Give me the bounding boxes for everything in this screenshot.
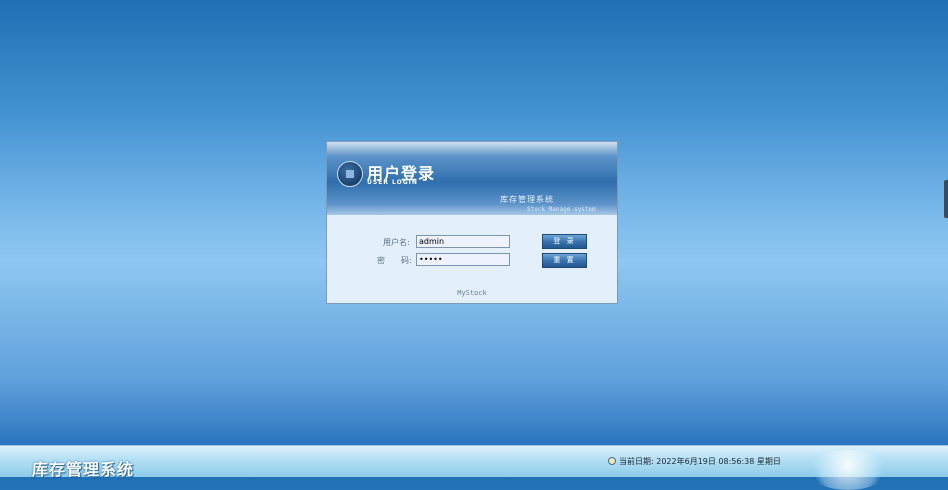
- reset-button[interactable]: 重 置: [542, 253, 587, 268]
- dialog-subtitle: USER LOGIN: [367, 179, 418, 186]
- password-input[interactable]: [416, 253, 510, 266]
- logo-circle-icon: [337, 161, 363, 187]
- date-label: 当前日期:: [619, 457, 654, 466]
- date-value: 2022年6月19日 08:56:38 星期日: [656, 457, 781, 466]
- dialog-header: 用户登录 USER LOGIN 库存管理系统 Stock Manage syst…: [327, 142, 617, 215]
- system-name-en: Stock Manage system: [527, 206, 596, 213]
- system-name-cn: 库存管理系统: [500, 195, 554, 204]
- login-dialog: 用户登录 USER LOGIN 库存管理系统 Stock Manage syst…: [326, 141, 618, 304]
- side-scroll-tab[interactable]: [944, 180, 948, 218]
- password-label: 密 码:: [377, 256, 412, 265]
- bottom-app-title: 库存管理系统: [32, 460, 135, 479]
- globe-icon: [808, 450, 888, 490]
- clock-icon: [608, 457, 616, 465]
- login-button[interactable]: 登 录: [542, 234, 587, 249]
- date-display: 当前日期: 2022年6月19日 08:56:38 星期日: [608, 456, 781, 467]
- app-footer-text: MyStock: [457, 289, 487, 297]
- bottom-bar: 库存管理系统 当前日期: 2022年6月19日 08:56:38 星期日: [0, 445, 948, 490]
- username-input[interactable]: [416, 235, 510, 248]
- username-label: 用户名:: [383, 238, 410, 247]
